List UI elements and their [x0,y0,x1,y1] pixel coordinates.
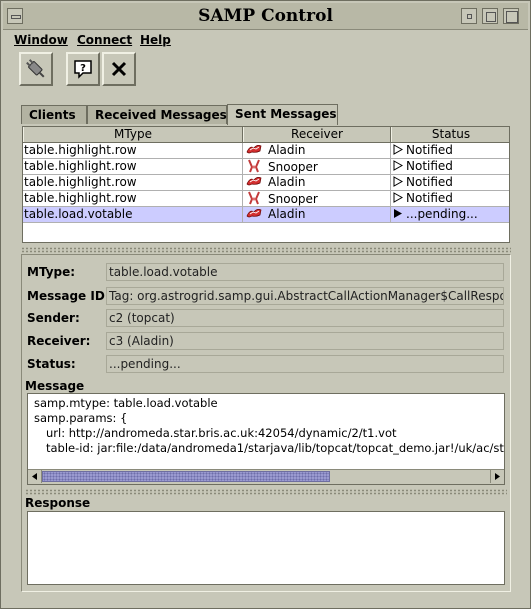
message-text-area[interactable]: samp.mtype: table.load.votable samp.para… [27,393,505,485]
aladin-icon [246,176,262,186]
cell-mtype-text: table.highlight.row [24,175,137,189]
table-row[interactable]: table.load.votable Aladin ...pending... [23,207,509,223]
menu-bar: Window Connect Help [3,31,528,51]
snooper-icon [248,159,260,173]
cell-receiver-text: Snooper [268,160,318,174]
close-icon [111,61,127,77]
maximize-button[interactable] [482,8,498,24]
message-line: table-id: jar:file:/data/andromeda1/star… [46,441,504,455]
tab-sent-messages[interactable]: Sent Messages [227,104,338,125]
outline-triangle-icon [393,160,404,171]
cell-receiver-text: Snooper [268,192,318,206]
cell-status-text: Notified [406,159,453,173]
cell-status: Notified [391,159,509,175]
message-line: samp.mtype: table.load.votable [34,396,218,410]
message-horizontal-scrollbar[interactable] [28,469,504,484]
samp-control-window: SAMP Control Window Connect Help ? Clien… [0,0,531,609]
status-label: Status: [27,357,76,371]
tab-clients[interactable]: Clients [21,105,87,124]
table-splitter[interactable] [21,247,511,253]
cell-mtype: table.highlight.row [23,143,243,159]
menu-window[interactable]: Window [14,33,68,47]
column-header-mtype[interactable]: MType [23,127,243,142]
response-splitter[interactable] [25,489,507,495]
cell-receiver-text: Aladin [268,207,306,221]
response-text-area[interactable] [27,511,505,585]
table-header: MType Receiver Status [23,127,509,143]
cell-mtype: table.highlight.row [23,191,243,207]
arrow-left-icon [32,473,37,480]
table-row[interactable]: table.highlight.row Snooper Notified [23,159,509,175]
cell-receiver: Aladin [243,207,391,223]
cell-mtype-text: table.load.votable [24,207,133,221]
help-icon: ? [74,60,92,79]
sender-label: Sender: [27,311,80,325]
close-button[interactable] [102,52,136,86]
cell-mtype-text: table.highlight.row [24,191,137,205]
outline-triangle-icon [393,176,404,187]
minimize-button[interactable] [461,8,477,24]
cell-mtype-text: table.highlight.row [24,159,137,173]
cell-status-text: Notified [406,175,453,189]
menu-connect[interactable]: Connect [77,33,132,47]
message-section-label: Message [25,379,85,393]
outline-triangle-icon [393,192,404,203]
table-row[interactable]: table.highlight.row Aladin Notified [23,143,509,159]
message-id-value: Tag: org.astrogrid.samp.gui.AbstractCall… [106,287,504,305]
connect-plug-icon [26,59,45,78]
column-header-status[interactable]: Status [391,127,509,142]
svg-text:?: ? [80,63,86,74]
cell-receiver: Aladin [243,143,391,159]
title-bar[interactable]: SAMP Control [3,3,528,30]
cell-receiver-text: Aladin [268,175,306,189]
cell-mtype: table.highlight.row [23,159,243,175]
cell-status: Notified [391,143,509,159]
cell-status: ...pending... [391,207,509,223]
sent-messages-table[interactable]: MType Receiver Status table.highlight.ro… [22,126,510,243]
cell-mtype: table.highlight.row [23,175,243,191]
menu-help[interactable]: Help [140,33,171,47]
mtype-value: table.load.votable [106,263,504,281]
cell-receiver-text: Aladin [268,143,306,157]
connect-button[interactable] [19,52,53,86]
window-title: SAMP Control [198,6,333,26]
message-line: samp.params: { [34,411,128,425]
cell-mtype: table.load.votable [23,207,243,223]
cell-receiver: Snooper [243,191,391,207]
cell-status-text: ...pending... [406,207,478,221]
table-row[interactable]: table.highlight.row Snooper Notified [23,191,509,207]
tab-received-messages[interactable]: Received Messages [87,105,227,124]
cell-status-text: Notified [406,191,453,205]
cell-status: Notified [391,191,509,207]
help-button[interactable]: ? [66,52,100,86]
scroll-left-button[interactable] [28,470,42,483]
sender-value: c2 (topcat) [106,309,504,327]
cell-status-text: Notified [406,143,453,157]
column-header-receiver[interactable]: Receiver [243,127,391,142]
restore-button[interactable] [503,8,519,24]
mtype-label: MType: [27,265,76,279]
receiver-label: Receiver: [27,334,91,348]
cell-status: Notified [391,175,509,191]
cell-receiver: Aladin [243,175,391,191]
message-id-label: Message ID: [27,289,110,303]
status-value: ...pending... [106,355,504,373]
response-section-label: Response [25,496,91,510]
aladin-icon [246,144,262,154]
scroll-right-button[interactable] [490,470,504,483]
arrow-right-icon [495,473,500,480]
aladin-icon [246,208,262,218]
cell-mtype-text: table.highlight.row [24,143,137,157]
filled-triangle-icon [394,209,402,218]
table-row[interactable]: table.highlight.row Aladin Notified [23,175,509,191]
cell-receiver: Snooper [243,159,391,175]
snooper-icon [248,191,260,205]
receiver-value: c3 (Aladin) [106,332,504,350]
outline-triangle-icon [393,144,404,155]
scroll-thumb[interactable] [42,471,330,482]
message-line: url: http://andromeda.star.bris.ac.uk:42… [46,426,397,440]
